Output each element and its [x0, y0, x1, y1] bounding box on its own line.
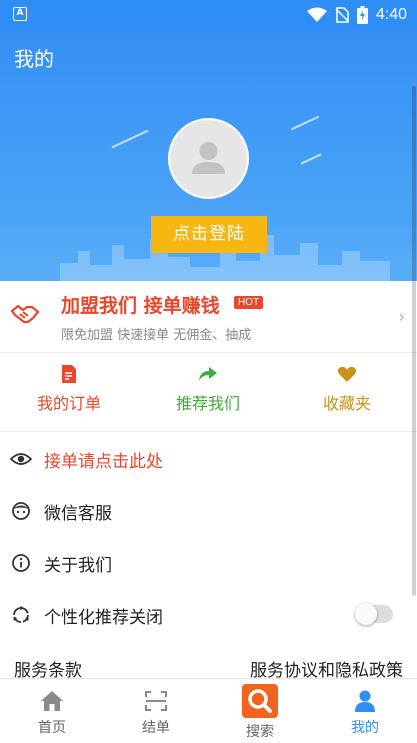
- app-notification-icon: A: [13, 7, 27, 21]
- toggle-knob: [355, 603, 377, 625]
- shortcut-recommend-us[interactable]: 推荐我们: [148, 364, 268, 414]
- shortcut-favorites[interactable]: 收藏夹: [287, 364, 407, 414]
- menu-item-accept-orders[interactable]: 接单请点击此处: [0, 433, 417, 485]
- menu-item-label: 接单请点击此处: [44, 452, 163, 472]
- scan-icon: [145, 691, 167, 711]
- handshake-icon: [11, 304, 39, 324]
- status-bar: A 4:40: [0, 0, 417, 30]
- no-sim-icon: [335, 7, 349, 23]
- tab-label: 搜索: [246, 724, 274, 740]
- shortcut-label: 我的订单: [36, 394, 101, 413]
- tab-search[interactable]: 搜索: [208, 679, 312, 743]
- shortcut-my-orders[interactable]: 我的订单: [9, 364, 129, 414]
- decorative-streak: [291, 115, 319, 130]
- eye-icon: [10, 453, 32, 465]
- login-button[interactable]: 点击登陆: [151, 216, 267, 253]
- avatar[interactable]: [168, 118, 249, 199]
- info-icon: [12, 554, 30, 572]
- tab-orders[interactable]: 结单: [104, 679, 208, 743]
- footer-links: 服务条款 服务协议和隐私政策: [0, 654, 417, 681]
- menu-item-about-us[interactable]: 关于我们: [0, 537, 417, 589]
- user-icon: [355, 690, 375, 712]
- clock-time: 4:40: [375, 6, 407, 23]
- join-banner-title: 加盟我们 接单赚钱: [61, 295, 220, 317]
- service-icon: [12, 502, 30, 520]
- join-banner-subtitle: 限免加盟 快速接单 无佣金、抽成: [61, 328, 252, 343]
- personalized-recommend-toggle[interactable]: [355, 603, 393, 625]
- order-icon: [62, 365, 76, 383]
- home-icon: [41, 691, 63, 711]
- decorative-streak: [300, 153, 322, 165]
- shortcut-label: 收藏夹: [322, 394, 371, 413]
- menu-item-personalized-recommend: 个性化推荐关闭: [0, 589, 417, 641]
- menu-item-label: 关于我们: [44, 556, 112, 576]
- share-icon: [199, 367, 217, 381]
- page-title: 我的: [14, 47, 54, 71]
- tab-home[interactable]: 首页: [0, 679, 104, 743]
- join-banner[interactable]: 加盟我们 接单赚钱 HOT 限免加盟 快速接单 无佣金、抽成 ›: [0, 281, 417, 353]
- shortcut-label: 推荐我们: [175, 394, 240, 413]
- menu-item-wechat-service[interactable]: 微信客服: [0, 485, 417, 537]
- decorative-streak: [111, 129, 149, 148]
- menu-item-label: 微信客服: [44, 504, 112, 524]
- chevron-right-icon: ›: [398, 307, 405, 326]
- scrollbar[interactable]: [412, 86, 416, 596]
- status-icons: 4:40: [306, 5, 407, 25]
- tab-label: 结单: [142, 720, 170, 736]
- hot-badge: HOT: [234, 296, 264, 309]
- bottom-tab-bar: 首页 结单 搜索 我的: [0, 678, 417, 743]
- heart-icon: [337, 366, 357, 382]
- tab-mine[interactable]: 我的: [313, 679, 417, 743]
- shortcut-row: 我的订单 推荐我们 收藏夹: [0, 354, 417, 432]
- recommend-icon: [13, 606, 29, 623]
- user-placeholder-icon: [192, 142, 225, 174]
- tab-label: 我的: [351, 720, 379, 736]
- tab-label: 首页: [38, 720, 66, 736]
- menu-item-label: 个性化推荐关闭: [44, 608, 163, 628]
- battery-charging-icon: [356, 6, 368, 24]
- wifi-icon: [306, 7, 327, 22]
- search-tile: [242, 684, 278, 718]
- profile-header: 我的 点击登陆: [0, 30, 417, 281]
- search-icon: [248, 689, 272, 713]
